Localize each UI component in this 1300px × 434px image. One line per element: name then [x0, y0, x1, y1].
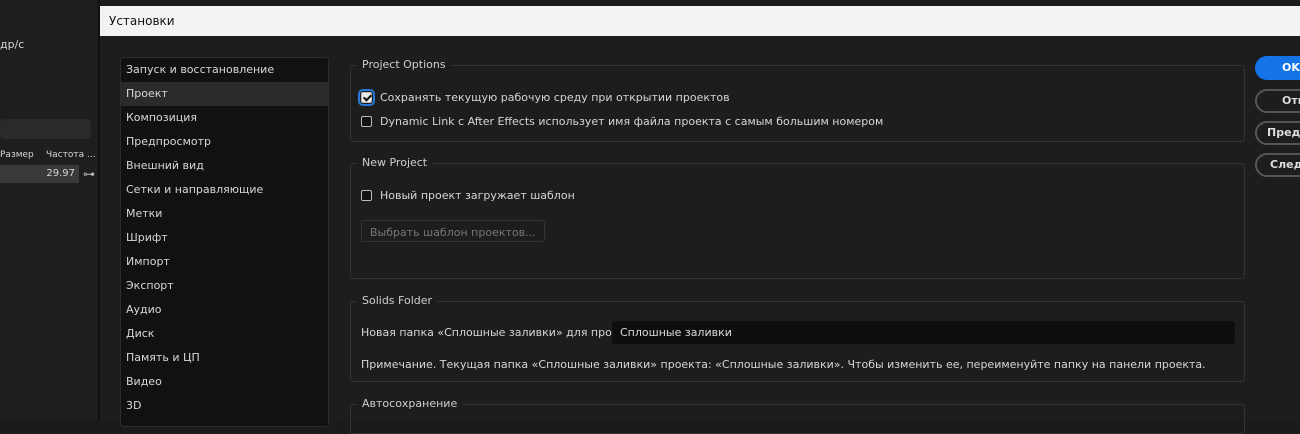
- sidebar-item-project[interactable]: Проект: [121, 82, 328, 106]
- sidebar-item-labels[interactable]: Метки: [121, 202, 328, 226]
- sidebar-item-video[interactable]: Видео: [121, 370, 328, 394]
- checkbox[interactable]: [361, 116, 372, 127]
- checkbox-checked[interactable]: [358, 89, 375, 106]
- column-size[interactable]: Размер: [0, 150, 34, 160]
- save-workspace-option[interactable]: Сохранять текущую рабочую среду при откр…: [358, 89, 730, 106]
- preferences-dialog: Установки Запуск и восстановление Проект…: [100, 6, 1300, 434]
- sidebar-item-startup[interactable]: Запуск и восстановление: [121, 58, 328, 82]
- sidebar-item-grids[interactable]: Сетки и направляющие: [121, 178, 328, 202]
- dynamic-link-option[interactable]: Dynamic Link с After Effects использует …: [361, 115, 883, 128]
- solids-folder-input[interactable]: Сплошные заливки: [612, 321, 1235, 344]
- hierarchy-icon: ⊶: [83, 167, 95, 181]
- fps-label: дp/с: [0, 38, 25, 51]
- new-project-group: New Project Новый проект загружает шабло…: [350, 156, 1245, 279]
- choose-template-button[interactable]: Выбрать шаблон проектов...: [361, 220, 545, 242]
- option-label: Новый проект загружает шаблон: [380, 189, 575, 202]
- group-title: Project Options: [357, 58, 451, 71]
- sidebar-item-appearance[interactable]: Внешний вид: [121, 154, 328, 178]
- sidebar-item-type[interactable]: Шрифт: [121, 226, 328, 250]
- rate-value: 29.97: [0, 165, 79, 183]
- dialog-title: Установки: [100, 6, 1300, 36]
- checkbox[interactable]: [361, 190, 372, 201]
- preferences-sidebar: Запуск и восстановление Проект Композици…: [120, 57, 329, 427]
- sidebar-item-composition[interactable]: Композиция: [121, 106, 328, 130]
- sidebar-item-3d[interactable]: 3D: [121, 394, 328, 418]
- sidebar-item-memory[interactable]: Память и ЦП: [121, 346, 328, 370]
- option-label: Сохранять текущую рабочую среду при откр…: [380, 91, 730, 104]
- group-title: Solids Folder: [357, 294, 438, 307]
- sidebar-item-disk[interactable]: Диск: [121, 322, 328, 346]
- background-app-panel: дp/с Размер Частота ... 29.97 ⊶: [0, 0, 100, 421]
- cancel-button[interactable]: Отмена: [1255, 89, 1300, 113]
- sidebar-item-preview[interactable]: Предпросмотр: [121, 130, 328, 154]
- autosave-group: Автосохранение: [350, 397, 1245, 434]
- next-button[interactable]: Следующий: [1255, 153, 1300, 177]
- group-title: Автосохранение: [357, 397, 463, 410]
- solids-folder-label: Новая папка «Сплошные заливки» для проек…: [361, 326, 639, 339]
- load-template-option[interactable]: Новый проект загружает шаблон: [361, 189, 575, 202]
- sidebar-item-import[interactable]: Импорт: [121, 250, 328, 274]
- option-label: Dynamic Link с After Effects использует …: [380, 115, 884, 128]
- sidebar-item-export[interactable]: Экспорт: [121, 274, 328, 298]
- ok-button[interactable]: OK: [1255, 56, 1300, 80]
- group-title: New Project: [357, 156, 433, 169]
- solids-note: Примечание. Текущая папка «Сплошные зали…: [361, 358, 1206, 371]
- solids-folder-group: Solids Folder Новая папка «Сплошные зали…: [350, 294, 1245, 382]
- column-rate[interactable]: Частота ...: [46, 150, 96, 160]
- sidebar-item-audio[interactable]: Аудио: [121, 298, 328, 322]
- previous-button[interactable]: Предыдущий: [1255, 121, 1300, 145]
- search-field[interactable]: [0, 119, 91, 139]
- project-options-group: Project Options Сохранять текущую рабочу…: [350, 58, 1245, 142]
